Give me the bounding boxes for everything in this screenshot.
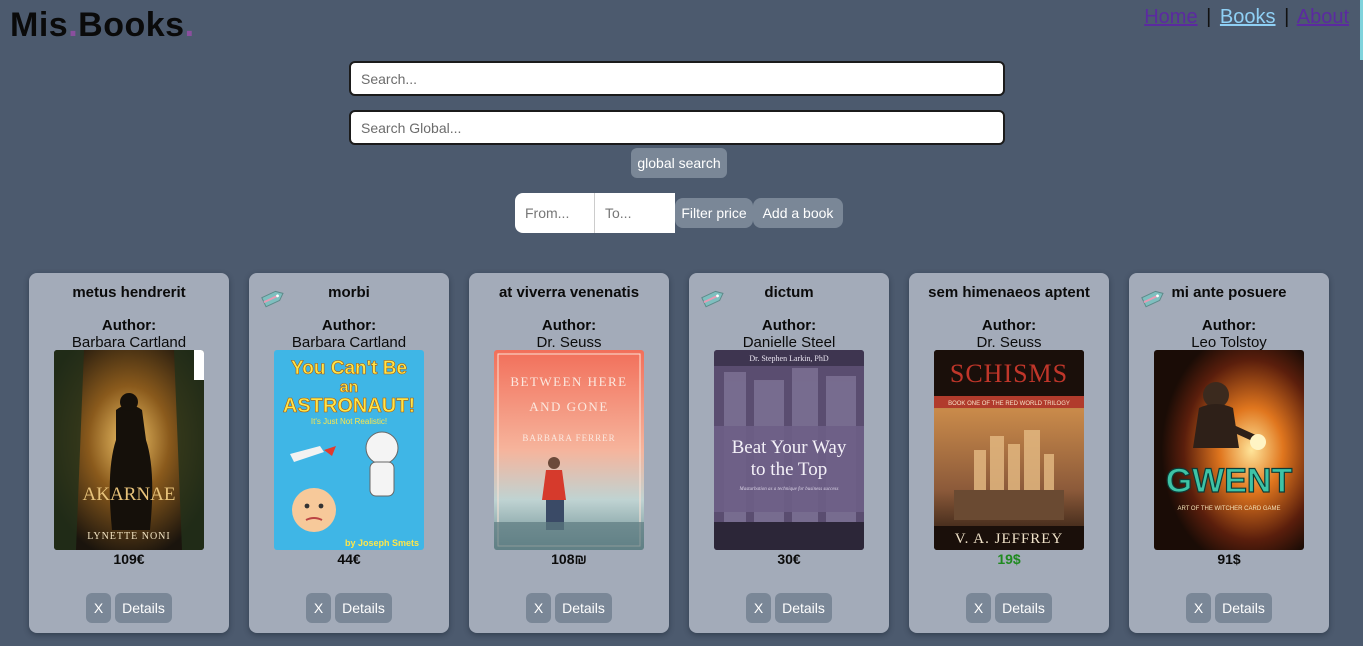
search-input[interactable] bbox=[349, 61, 1005, 96]
book-card: sem himenaeos aptent Author: Dr. Seuss S… bbox=[909, 273, 1109, 633]
cover-author-text: LYNETTE NONI bbox=[87, 531, 170, 542]
card-actions: X Details bbox=[249, 593, 449, 623]
cover-subtitle-text: Masturbation as a technique for business… bbox=[739, 487, 839, 492]
top-nav: Home | Books | About bbox=[1144, 6, 1349, 29]
cover-author-text: V. A. JEFFREY bbox=[955, 531, 1064, 547]
book-card-list: metus hendrerit Author: Barbara Cartland bbox=[29, 273, 1329, 633]
author-label: Author: bbox=[761, 317, 817, 334]
logo-text-books: Books bbox=[78, 6, 185, 44]
book-price: 30€ bbox=[777, 551, 801, 567]
astronaut-cover-icon: You Can't Be an ASTRONAUT! It's Just Not… bbox=[274, 350, 424, 550]
gwent-cover-icon: GWENT ART OF THE WITCHER CARD GAME bbox=[1154, 350, 1304, 550]
delete-book-button[interactable]: X bbox=[746, 593, 771, 623]
price-to-input[interactable] bbox=[595, 193, 675, 233]
logo-dot: . bbox=[68, 6, 79, 44]
author-label: Author: bbox=[321, 317, 377, 334]
schisms-cover-icon: SCHISMS BOOK ONE OF THE RED WORLD TRILOG… bbox=[934, 350, 1084, 550]
card-actions: X Details bbox=[1129, 593, 1329, 623]
site-logo: Mis.Books. bbox=[10, 6, 195, 45]
cover-title-text: AND GONE bbox=[529, 399, 609, 414]
book-card: at viverra venenatis Author: Dr. Seuss B… bbox=[469, 273, 669, 633]
book-price: 108₪ bbox=[551, 551, 587, 567]
cover-title-text: BETWEEN HERE bbox=[510, 374, 627, 389]
delete-book-button[interactable]: X bbox=[1186, 593, 1211, 623]
details-button[interactable]: Details bbox=[995, 593, 1052, 623]
cover-title-text: SCHISMS bbox=[950, 359, 1068, 388]
cover-title-text: Beat Your Way bbox=[732, 437, 847, 458]
nav-link-about[interactable]: About bbox=[1297, 6, 1349, 28]
beat-your-way-cover-icon: Dr. Stephen Larkin, PhD Beat Your Way to… bbox=[714, 350, 864, 550]
details-button[interactable]: Details bbox=[115, 593, 172, 623]
cover-subtitle-text: It's Just Not Realistic! bbox=[311, 417, 387, 426]
cover-title-text: to the Top bbox=[751, 459, 827, 480]
cover-title-text: AKARNAE bbox=[83, 484, 176, 505]
cover-author-text: Dr. Stephen Larkin, PhD bbox=[749, 354, 829, 363]
nav-link-books[interactable]: Books bbox=[1220, 6, 1276, 28]
delete-book-button[interactable]: X bbox=[966, 593, 991, 623]
book-price: 44€ bbox=[337, 551, 361, 567]
author-label: Author: bbox=[541, 317, 597, 334]
card-actions: X Details bbox=[909, 593, 1109, 623]
logo-text-mis: Mis bbox=[10, 6, 69, 44]
book-title: at viverra venenatis bbox=[498, 284, 640, 301]
book-cover-image: BETWEEN HERE AND GONE BARBARA FERRER bbox=[494, 350, 644, 550]
book-title: mi ante posuere bbox=[1171, 284, 1287, 301]
book-price: 109€ bbox=[113, 551, 145, 567]
nav-link-home[interactable]: Home bbox=[1144, 6, 1197, 28]
book-author: Barbara Cartland bbox=[71, 334, 187, 351]
book-card: morbi Author: Barbara Cartland You Can't… bbox=[249, 273, 449, 633]
book-title: morbi bbox=[328, 284, 370, 301]
book-author: Dr. Seuss bbox=[976, 334, 1042, 351]
cover-title-text: GWENT bbox=[1166, 462, 1293, 500]
details-button[interactable]: Details bbox=[1215, 593, 1272, 623]
delete-book-button[interactable]: X bbox=[526, 593, 551, 623]
cover-author-text: by Joseph Smets bbox=[345, 538, 419, 548]
cover-title-text: ASTRONAUT! bbox=[283, 395, 415, 417]
global-search-input[interactable] bbox=[349, 110, 1005, 145]
card-actions: X Details bbox=[469, 593, 669, 623]
cover-title-text: You Can't Be bbox=[291, 358, 407, 379]
book-price: 91$ bbox=[1217, 551, 1241, 567]
details-button[interactable]: Details bbox=[775, 593, 832, 623]
nav-separator: | bbox=[1206, 6, 1212, 28]
author-label: Author: bbox=[981, 317, 1037, 334]
global-search-button[interactable]: global search bbox=[631, 148, 727, 178]
card-actions: X Details bbox=[29, 593, 229, 623]
logo-dot: . bbox=[184, 6, 195, 44]
author-label: Author: bbox=[1201, 317, 1257, 334]
details-button[interactable]: Details bbox=[335, 593, 392, 623]
book-author: Barbara Cartland bbox=[291, 334, 407, 351]
price-from-input[interactable] bbox=[515, 193, 595, 233]
book-title: metus hendrerit bbox=[72, 284, 186, 301]
filter-price-button[interactable]: Filter price bbox=[675, 198, 753, 228]
card-actions: X Details bbox=[689, 593, 889, 623]
book-cover-image: Dr. Stephen Larkin, PhD Beat Your Way to… bbox=[714, 350, 864, 550]
between-here-cover-icon: BETWEEN HERE AND GONE BARBARA FERRER bbox=[494, 350, 644, 550]
book-author: Dr. Seuss bbox=[536, 334, 602, 351]
book-cover-image: GWENT ART OF THE WITCHER CARD GAME bbox=[1154, 350, 1304, 550]
cover-author-text: BARBARA FERRER bbox=[522, 433, 615, 443]
details-button[interactable]: Details bbox=[555, 593, 612, 623]
delete-book-button[interactable]: X bbox=[306, 593, 331, 623]
book-card: dictum Author: Danielle Steel Dr. Stephe… bbox=[689, 273, 889, 633]
book-title: sem himenaeos aptent bbox=[928, 284, 1090, 301]
book-card: metus hendrerit Author: Barbara Cartland bbox=[29, 273, 229, 633]
akarnae-cover-icon: AKARNAE LYNETTE NONI bbox=[54, 350, 204, 550]
price-filter-bar: Filter price Add a book bbox=[515, 193, 843, 233]
book-card: mi ante posuere Author: Leo Tolstoy GWEN… bbox=[1129, 273, 1329, 633]
add-book-button[interactable]: Add a book bbox=[753, 198, 843, 228]
book-author: Leo Tolstoy bbox=[1191, 334, 1267, 351]
cover-subtitle-text: ART OF THE WITCHER CARD GAME bbox=[1177, 506, 1280, 512]
book-title: dictum bbox=[764, 284, 814, 301]
delete-book-button[interactable]: X bbox=[86, 593, 111, 623]
book-cover-image: You Can't Be an ASTRONAUT! It's Just Not… bbox=[274, 350, 424, 550]
nav-separator: | bbox=[1284, 6, 1290, 28]
book-cover-image: AKARNAE LYNETTE NONI bbox=[54, 350, 204, 550]
book-price: 19$ bbox=[997, 551, 1021, 567]
book-cover-image: SCHISMS BOOK ONE OF THE RED WORLD TRILOG… bbox=[934, 350, 1084, 550]
cover-title-text: an bbox=[340, 379, 359, 396]
author-label: Author: bbox=[101, 317, 157, 334]
book-author: Danielle Steel bbox=[742, 334, 836, 351]
cover-subtitle-text: BOOK ONE OF THE RED WORLD TRILOGY bbox=[948, 401, 1070, 407]
